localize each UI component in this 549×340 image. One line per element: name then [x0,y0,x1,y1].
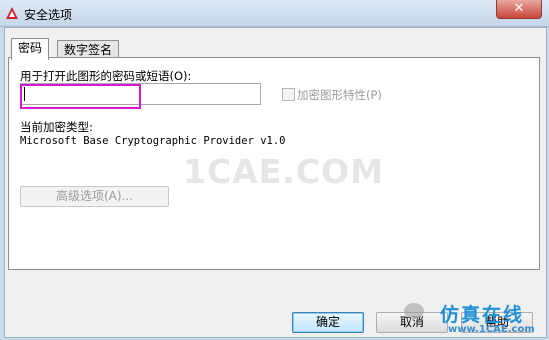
ok-button[interactable]: 确定 [292,312,364,333]
tab-digital-signature-label: 数字签名 [64,43,113,57]
window-title: 安全选项 [24,8,73,22]
wechat-icon [404,303,424,319]
brand-watermark: 仿真在线 [440,304,525,326]
autocad-icon [6,7,18,19]
advanced-options-label: 高级选项(A)... [55,189,134,203]
password-prompt-label: 用于打开此图形的密码或短语(O): [20,69,192,83]
text-caret [24,87,25,101]
title-bar: 安全选项 ✕ [0,0,549,27]
encryption-type-label: 当前加密类型: [20,120,93,134]
encrypt-properties-label: 加密图形特性(P) [297,88,382,102]
tab-password[interactable]: 密码 [11,38,50,60]
close-icon: ✕ [513,1,525,16]
password-input[interactable] [20,83,261,105]
watermark-text: 1CAE.COM [183,152,384,191]
advanced-options-button[interactable]: 高级选项(A)... [20,186,169,207]
tab-password-label: 密码 [18,41,43,55]
encrypt-properties-checkbox[interactable] [282,88,295,101]
close-button[interactable]: ✕ [496,0,542,19]
encryption-type-value: Microsoft Base Cryptographic Provider v1… [20,135,286,147]
ok-button-label: 确定 [315,315,340,329]
brand-url-watermark: www.1CAE.com [448,324,535,335]
